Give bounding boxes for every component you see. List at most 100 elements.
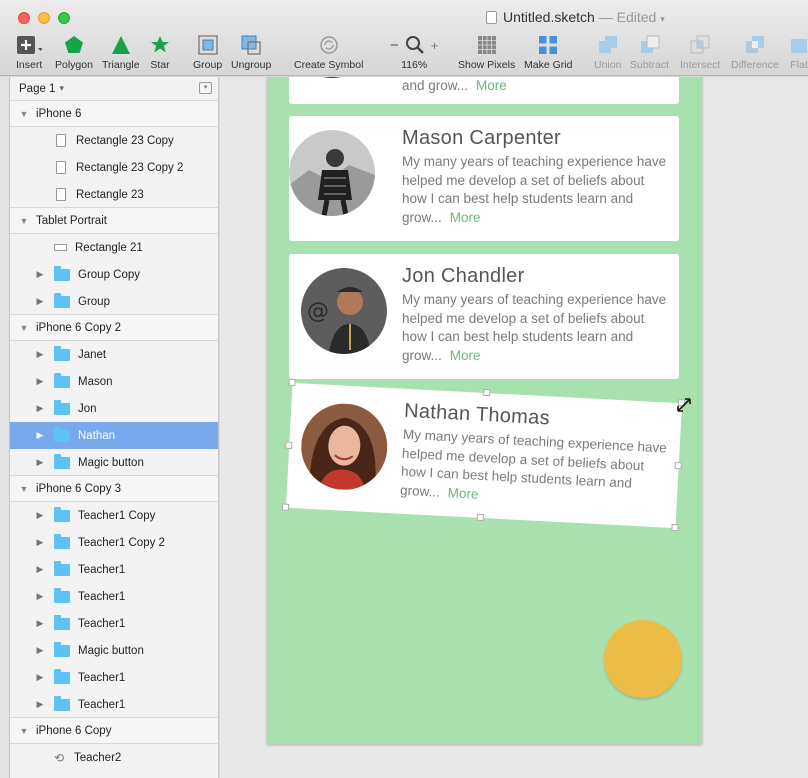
star-button[interactable]: Star — [150, 34, 170, 71]
left-edge-strip — [0, 77, 10, 778]
document-name: Untitled.sketch — [503, 9, 595, 25]
disclosure-closed-icon[interactable]: ▶ — [34, 591, 46, 602]
disclosure-closed-icon[interactable]: ▶ — [34, 376, 46, 387]
disclosure-closed-icon[interactable]: ▶ — [34, 296, 46, 307]
layer-item[interactable]: ▶ Teacher1 — [10, 610, 218, 637]
disclosure-closed-icon[interactable]: ▶ — [34, 699, 46, 710]
layer-item[interactable]: ▶ Teacher1 Copy — [10, 502, 218, 529]
disclosure-closed-icon[interactable]: ▶ — [34, 403, 46, 414]
triangle-label: Triangle — [102, 59, 140, 71]
more-link[interactable]: More — [447, 485, 479, 502]
layer-label: Teacher1 Copy 2 — [78, 536, 165, 549]
layer-artboard[interactable]: ▼ iPhone 6 Copy 2 — [10, 314, 218, 341]
disclosure-closed-icon[interactable]: ▶ — [34, 537, 46, 548]
disclosure-open-icon[interactable]: ▼ — [18, 726, 30, 736]
layer-artboard[interactable]: ▼ iPhone 6 Copy — [10, 717, 218, 744]
layer-artboard[interactable]: ▼ iPhone 6 — [10, 100, 218, 127]
group-button[interactable]: Group — [193, 34, 222, 71]
disclosure-closed-icon[interactable]: ▶ — [34, 430, 46, 441]
selected-card-wrapper[interactable]: Nathan Thomas My many years of teaching … — [281, 378, 686, 532]
minimize-window-button[interactable] — [38, 12, 50, 24]
more-link[interactable]: More — [476, 78, 507, 93]
canvas[interactable]: and grow... More Mason Carpenter My many … — [220, 77, 808, 778]
flatten-button[interactable]: Flat — [790, 34, 808, 71]
resize-handle[interactable] — [671, 523, 679, 532]
disclosure-closed-icon[interactable]: ▶ — [34, 349, 46, 360]
show-pixels-button[interactable]: Show Pixels — [458, 34, 515, 71]
difference-icon — [745, 34, 765, 56]
ungroup-button[interactable]: Ungroup — [231, 34, 271, 71]
layer-label: Rectangle 23 Copy — [76, 134, 174, 147]
zoom-control[interactable]: − + 116% — [390, 34, 438, 71]
disclosure-open-icon[interactable]: ▼ — [18, 323, 30, 333]
layer-item[interactable]: ▶ Nathan — [10, 422, 218, 449]
disclosure-open-icon[interactable]: ▼ — [18, 484, 30, 494]
layer-label: Teacher2 — [74, 751, 122, 764]
layer-item[interactable]: ▶ Magic button — [10, 637, 218, 664]
polygon-icon — [64, 34, 84, 56]
artboard-iphone[interactable]: and grow... More Mason Carpenter My many … — [267, 77, 702, 744]
disclosure-closed-icon[interactable]: ▶ — [34, 672, 46, 683]
document-title[interactable]: Untitled.sketch — Edited ▾ — [486, 9, 665, 25]
folder-icon — [54, 372, 70, 388]
teacher-card[interactable]: Mason Carpenter My many years of teachin… — [289, 116, 679, 241]
layer-item[interactable]: Rectangle 21 — [10, 234, 218, 261]
create-symbol-button[interactable]: Create Symbol — [294, 34, 363, 71]
pages-toggle-icon[interactable]: ▾ — [199, 82, 212, 94]
disclosure-closed-icon[interactable]: ▶ — [34, 457, 46, 468]
maximize-window-button[interactable] — [58, 12, 70, 24]
layer-item[interactable]: ▶ Teacher1 — [10, 691, 218, 718]
disclosure-closed-icon[interactable]: ▶ — [34, 510, 46, 521]
layer-item[interactable]: ⟲ Teacher2 — [10, 744, 218, 771]
layer-item[interactable]: Rectangle 23 — [10, 181, 218, 208]
layer-label: Rectangle 23 Copy 2 — [76, 161, 184, 174]
teacher-card[interactable]: @ Jon Chandler My many years of teaching… — [289, 254, 679, 379]
layer-item[interactable]: ▶ Janet — [10, 341, 218, 368]
zoom-in-icon[interactable]: + — [431, 38, 439, 53]
resize-handle[interactable] — [476, 513, 484, 522]
intersect-button[interactable]: Intersect — [680, 34, 720, 71]
close-window-button[interactable] — [18, 12, 30, 24]
layer-item[interactable]: ▶ Magic button — [10, 449, 218, 476]
layer-item[interactable]: Rectangle 23 Copy 2 — [10, 154, 218, 181]
teacher-card[interactable]: and grow... More — [289, 77, 679, 104]
layer-item[interactable]: ▶ Teacher1 — [10, 664, 218, 691]
make-grid-button[interactable]: Make Grid — [524, 34, 572, 71]
teacher-card[interactable]: Nathan Thomas My many years of teaching … — [285, 382, 683, 529]
resize-handle[interactable] — [674, 462, 682, 470]
disclosure-closed-icon[interactable]: ▶ — [34, 645, 46, 656]
magic-button[interactable] — [604, 620, 682, 698]
union-button[interactable]: Union — [594, 34, 621, 71]
subtract-button[interactable]: Subtract — [630, 34, 669, 71]
disclosure-open-icon[interactable]: ▼ — [18, 216, 30, 226]
rectangle-icon — [54, 244, 67, 251]
layer-item[interactable]: ▶ Teacher1 — [10, 556, 218, 583]
disclosure-open-icon[interactable]: ▼ — [18, 109, 30, 119]
layer-item[interactable]: ▶ Group Copy — [10, 261, 218, 288]
layer-item[interactable]: ▶ Mason — [10, 368, 218, 395]
insert-button[interactable]: Insert — [16, 34, 42, 71]
polygon-button[interactable]: Polygon — [55, 34, 93, 71]
layer-item[interactable]: ▶ Jon — [10, 395, 218, 422]
more-link[interactable]: More — [450, 210, 481, 225]
page-selector[interactable]: Page 1 ▾ ▾ — [10, 77, 218, 101]
zoom-out-icon[interactable]: − — [390, 37, 399, 54]
zoom-level: 116% — [401, 59, 428, 71]
layer-item[interactable]: ▶ Teacher1 — [10, 583, 218, 610]
triangle-button[interactable]: Triangle — [102, 34, 140, 71]
disclosure-closed-icon[interactable]: ▶ — [34, 564, 46, 575]
disclosure-closed-icon[interactable]: ▶ — [34, 618, 46, 629]
resize-handle[interactable] — [285, 441, 293, 449]
more-link[interactable]: More — [450, 348, 481, 363]
resize-handle[interactable] — [288, 378, 296, 387]
layer-artboard[interactable]: ▼ Tablet Portrait — [10, 207, 218, 234]
disclosure-closed-icon[interactable]: ▶ — [34, 269, 46, 280]
layer-item[interactable]: ▶ Group — [10, 288, 218, 315]
layer-item[interactable]: Rectangle 23 Copy — [10, 127, 218, 154]
layer-artboard[interactable]: ▼ iPhone 6 Copy 3 — [10, 475, 218, 502]
layer-item[interactable]: ▶ Teacher1 Copy 2 — [10, 529, 218, 556]
resize-handle[interactable] — [483, 388, 491, 397]
layer-label: iPhone 6 Copy 2 — [36, 321, 122, 334]
resize-handle[interactable] — [281, 503, 290, 511]
difference-button[interactable]: Difference — [731, 34, 779, 71]
